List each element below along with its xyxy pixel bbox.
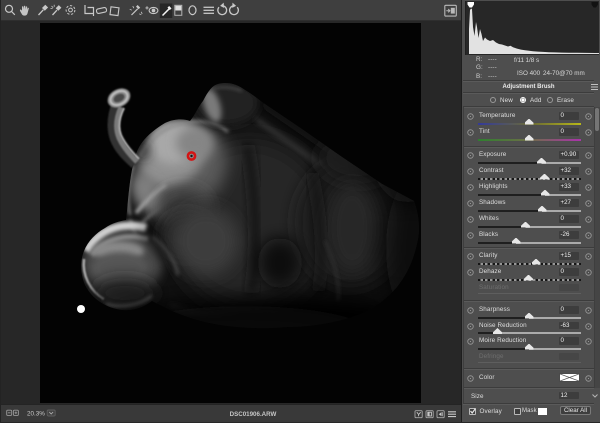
svg-text:DSC01906.ARW: DSC01906.ARW bbox=[230, 411, 277, 418]
svg-text:20.3%: 20.3% bbox=[27, 411, 45, 418]
